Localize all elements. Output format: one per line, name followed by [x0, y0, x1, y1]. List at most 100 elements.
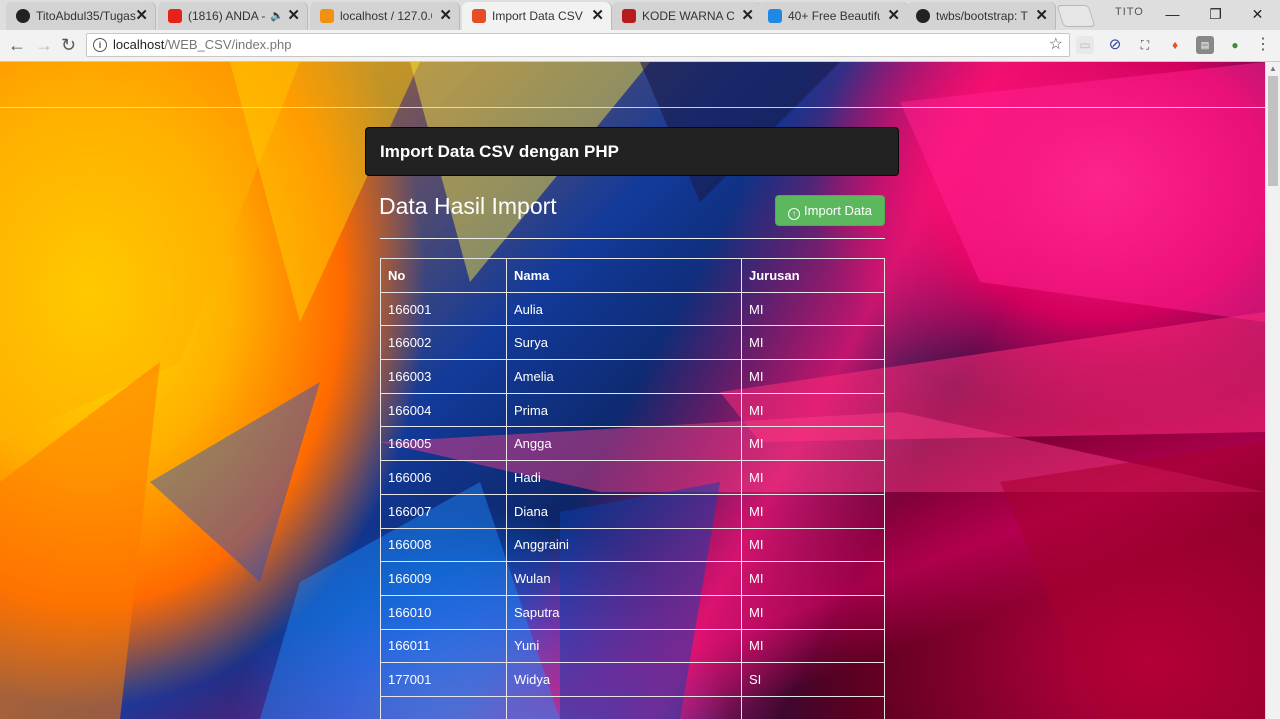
cell-no: 166009 [380, 561, 507, 596]
tab-label: Import Data CSV [492, 9, 583, 23]
table-row: 166011 Yuni MI [380, 628, 885, 664]
info-icon[interactable]: i [93, 38, 107, 52]
cell-nama: Wulan [506, 561, 742, 596]
new-tab-button[interactable] [1056, 5, 1096, 27]
cell-jurusan: MI [741, 493, 885, 529]
browser-toolbar: ← → ↻ i localhost/WEB_CSV/index.php ☆ ▭ … [0, 30, 1280, 62]
screenshot-icon[interactable]: ⛶ [1136, 36, 1154, 54]
cell-nama: Aulia [506, 291, 742, 327]
youtube-icon [168, 9, 182, 23]
browser-tab[interactable]: twbs/bootstrap: Th ✕ [906, 2, 1056, 30]
address-bar[interactable]: i localhost/WEB_CSV/index.php ☆ [86, 33, 1070, 57]
tab-label: localhost / 127.0.0 [340, 9, 432, 23]
browser-tab[interactable]: TitoAbdul35/Tugas ✕ [6, 2, 156, 30]
close-tab-icon[interactable]: ✕ [287, 2, 300, 30]
cell-nama: Saputra [506, 594, 742, 630]
table-row: 166001 Aulia MI [380, 291, 885, 327]
table-row: 177001 Widya SI [380, 662, 885, 697]
tab-label: TitoAbdul35/Tugas [36, 9, 136, 23]
browser-tab[interactable]: localhost / 127.0.0 ✕ [310, 2, 460, 30]
browser-tab-active[interactable]: Import Data CSV ✕ [462, 2, 612, 31]
bookmark-star-icon[interactable]: ☆ [1049, 34, 1063, 56]
shield-icon[interactable]: ♦ [1166, 36, 1184, 54]
cell-no: 166006 [380, 460, 507, 495]
browser-tab[interactable]: 40+ Free Beautiful ✕ [758, 2, 908, 30]
scrollbar-thumb[interactable] [1268, 76, 1278, 186]
page-viewport: Import Data CSV dengan PHP Data Hasil Im… [0, 62, 1265, 719]
profile-name[interactable]: TITO [1115, 6, 1144, 18]
cell-jurusan: MI [741, 291, 885, 327]
table-row: 166008 Anggraini MI [380, 527, 885, 563]
url-text[interactable]: localhost/WEB_CSV/index.php [113, 34, 292, 56]
forward-arrow-icon[interactable]: → [35, 34, 53, 56]
table-row [380, 695, 885, 719]
column-header-jurusan: Jurusan [741, 258, 885, 293]
close-window-icon[interactable]: ✕ [1235, 0, 1280, 28]
tab-label: twbs/bootstrap: Th [936, 9, 1028, 23]
scroll-up-icon[interactable]: ▲ [1269, 64, 1277, 73]
table-row: 166002 Surya MI [380, 325, 885, 361]
cell-jurusan: MI [741, 628, 885, 664]
tab-label: 40+ Free Beautiful [788, 9, 880, 23]
tab-label: KODE WARNA CSS [642, 9, 734, 23]
cell-nama: Amelia [506, 359, 742, 394]
close-tab-icon[interactable]: ✕ [591, 2, 604, 30]
github-icon [916, 9, 930, 23]
cell-nama: Prima [506, 392, 742, 428]
extension-icon[interactable]: ▭ [1076, 36, 1094, 54]
cell-jurusan: MI [741, 561, 885, 596]
panel-title: Import Data CSV dengan PHP [380, 142, 619, 161]
tab-label: (1816) ANDA - [188, 9, 266, 23]
cell-nama: Widya [506, 662, 742, 697]
table-row: 166004 Prima MI [380, 392, 885, 428]
table-row: 166009 Wulan MI [380, 561, 885, 596]
browser-tab[interactable]: KODE WARNA CSS ✕ [612, 2, 762, 30]
reload-icon[interactable]: ↻ [61, 34, 76, 56]
table-row: 166003 Amelia MI [380, 359, 885, 394]
cell-nama: Diana [506, 493, 742, 529]
cell-no: 166005 [380, 426, 507, 462]
cell-no: 166001 [380, 291, 507, 327]
html5-icon [472, 9, 486, 23]
cell-nama [506, 695, 742, 719]
minimize-icon[interactable]: — [1150, 0, 1195, 28]
close-tab-icon[interactable]: ✕ [1035, 2, 1048, 30]
import-result-table: No Nama Jurusan 166001 Aulia MI 166002 Surya… [380, 258, 885, 719]
column-header-no: No [380, 258, 507, 293]
table-header-row: No Nama Jurusan [380, 258, 885, 293]
block-icon[interactable]: ⊘ [1106, 36, 1124, 54]
close-tab-icon[interactable]: ✕ [887, 2, 900, 30]
cell-jurusan: MI [741, 527, 885, 563]
menu-kebab-icon[interactable]: ⋮ [1254, 36, 1272, 54]
speaker-icon[interactable]: 🔈 [270, 2, 284, 30]
freebie-icon [768, 9, 782, 23]
heading-divider [380, 238, 885, 239]
cell-no: 166004 [380, 392, 507, 428]
tab-strip: TitoAbdul35/Tugas ✕ (1816) ANDA - 🔈 ✕ lo… [0, 0, 1280, 31]
close-tab-icon[interactable]: ✕ [439, 2, 452, 30]
page-heading: Data Hasil Import [379, 193, 557, 219]
extension-icon[interactable]: ▤ [1196, 36, 1214, 54]
import-data-button[interactable]: ↑ Import Data [775, 195, 885, 226]
cell-jurusan: MI [741, 325, 885, 361]
browser-tab[interactable]: (1816) ANDA - 🔈 ✕ [158, 2, 308, 30]
back-arrow-icon[interactable]: ← [8, 34, 26, 56]
cell-no: 166011 [380, 628, 507, 664]
cell-no: 166010 [380, 594, 507, 630]
page-scrollbar[interactable]: ▲ [1265, 62, 1280, 719]
cell-jurusan: MI [741, 426, 885, 462]
cell-no [380, 695, 507, 719]
cell-jurusan: MI [741, 392, 885, 428]
close-tab-icon[interactable]: ✕ [741, 2, 754, 30]
cell-no: 166007 [380, 493, 507, 529]
cell-nama: Yuni [506, 628, 742, 664]
globe-icon[interactable]: ● [1226, 36, 1244, 54]
table-row: 166006 Hadi MI [380, 460, 885, 495]
table-row: 166007 Diana MI [380, 493, 885, 529]
maximize-icon[interactable]: ❐ [1193, 0, 1238, 28]
close-tab-icon[interactable]: ✕ [135, 2, 148, 30]
phpmyadmin-icon [320, 9, 334, 23]
cell-nama: Angga [506, 426, 742, 462]
column-header-nama: Nama [506, 258, 742, 293]
header-divider [0, 107, 1265, 108]
